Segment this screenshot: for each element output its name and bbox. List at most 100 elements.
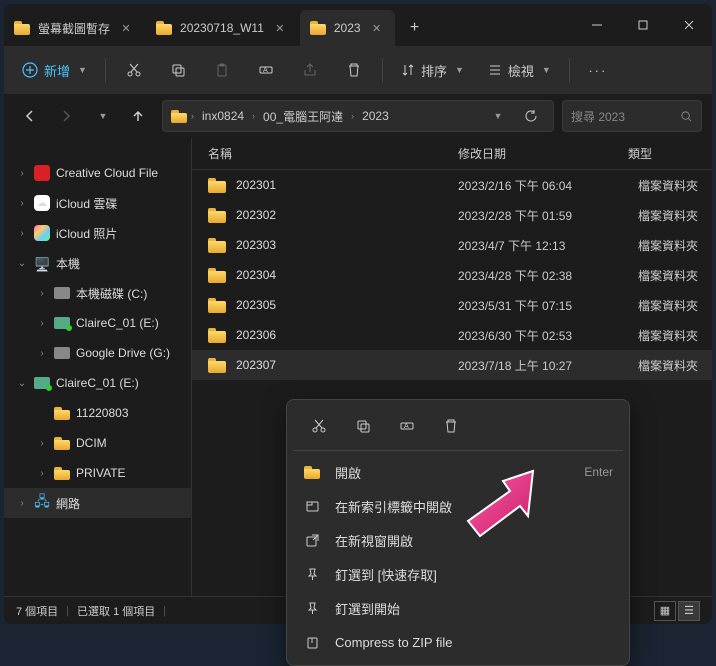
pin-icon [303,567,321,582]
sidebar-item-4[interactable]: ›本機磁碟 (C:) [4,278,191,308]
tree-arrow-icon[interactable]: › [16,228,28,239]
folder-icon [310,21,326,35]
ctx-open-new-tab[interactable]: 在新索引標籤中開啟 [293,489,623,523]
tree-arrow-icon[interactable]: ⌄ [16,258,28,269]
file-row[interactable]: 2023012023/2/16 下午 06:04檔案資料夾 [192,170,712,200]
rename-button[interactable]: A [246,53,286,87]
ctx-open[interactable]: 開啟 Enter [293,455,623,489]
forward-button[interactable] [50,100,82,132]
tree-label: PRIVATE [76,466,126,480]
copy-button[interactable] [158,53,198,87]
file-name: 202305 [236,298,276,312]
up-button[interactable] [122,100,154,132]
paste-button[interactable] [202,53,242,87]
share-button[interactable] [290,53,330,87]
cut-button[interactable] [114,53,154,87]
tab-label: 2023 [334,21,361,35]
folder-icon [208,178,226,193]
sidebar-item-3[interactable]: ⌄🖥️本機 [4,248,191,278]
ctx-compress[interactable]: Compress to ZIP file [293,625,623,659]
sidebar-item-9[interactable]: ›DCIM [4,428,191,458]
view-toggle: ▦ ☰ [654,601,700,621]
back-button[interactable] [14,100,46,132]
file-name: 202307 [236,358,276,372]
new-button[interactable]: 新增 ▼ [12,53,97,87]
ctx-rename-button[interactable]: A [389,410,425,442]
file-row[interactable]: 2023032023/4/7 下午 12:13檔案資料夾 [192,230,712,260]
folder-icon [208,358,226,373]
new-label: 新增 [44,61,70,80]
tree-arrow-icon[interactable]: › [36,318,48,329]
view-thumb-button[interactable]: ▦ [654,601,676,621]
ctx-delete-button[interactable] [433,410,469,442]
tree-icon [54,345,70,361]
tree-arrow-icon[interactable]: › [36,288,48,299]
copy-icon [170,62,186,78]
tree-label: 本機 [56,255,80,272]
file-type: 檔案資料夾 [638,327,712,344]
sidebar-item-2[interactable]: ›iCloud 照片 [4,218,191,248]
tab-0[interactable]: 螢幕截圖暫存 ✕ [4,10,144,46]
refresh-button[interactable] [517,109,545,123]
tree-arrow-icon[interactable]: › [36,468,48,479]
column-name[interactable]: 名稱 [208,145,458,162]
ctx-shortcut: Enter [584,465,613,479]
tree-icon [54,285,70,301]
close-icon[interactable]: ✕ [272,20,288,36]
breadcrumb-item[interactable]: inx0824 [198,109,248,123]
zip-icon [303,635,321,650]
column-type[interactable]: 類型 [628,145,712,162]
breadcrumb[interactable]: › inx0824 › 00_電腦王阿達 › 2023 ▼ [162,100,554,132]
search-input[interactable]: 搜尋 2023 [562,100,702,132]
tree-arrow-icon[interactable]: › [16,498,28,509]
minimize-button[interactable] [574,4,620,46]
add-tab-button[interactable]: + [397,10,433,46]
tree-label: ClaireC_01 (E:) [76,316,159,330]
sidebar-item-10[interactable]: › PRIVATE [4,458,191,488]
file-row[interactable]: 2023042023/4/28 下午 02:38檔案資料夾 [192,260,712,290]
maximize-button[interactable] [620,4,666,46]
sidebar-item-5[interactable]: › ClaireC_01 (E:) [4,308,191,338]
view-button[interactable]: 檢視 ▼ [478,53,561,87]
tree-label: 11220803 [76,406,129,420]
column-date[interactable]: 修改日期 [458,145,628,162]
tree-arrow-icon[interactable]: › [16,198,28,209]
file-row[interactable]: 2023062023/6/30 下午 02:53檔案資料夾 [192,320,712,350]
file-name: 202301 [236,178,276,192]
ctx-copy-button[interactable] [345,410,381,442]
breadcrumb-item[interactable]: 00_電腦王阿達 [259,108,347,125]
file-row[interactable]: 2023072023/7/18 上午 10:27檔案資料夾 [192,350,712,380]
ctx-cut-button[interactable] [301,410,337,442]
view-detail-button[interactable]: ☰ [678,601,700,621]
close-icon[interactable]: ✕ [118,20,134,36]
file-row[interactable]: 2023022023/2/28 下午 01:59檔案資料夾 [192,200,712,230]
tab-1[interactable]: 20230718_W11 ✕ [146,10,298,46]
tree-arrow-icon[interactable]: › [16,168,28,179]
breadcrumb-dropdown[interactable]: ▼ [481,111,513,121]
tab-2[interactable]: 2023 ✕ [300,10,395,46]
ctx-pin-quick[interactable]: 釘選到 [快速存取] [293,557,623,591]
tree-arrow-icon[interactable]: ⌄ [16,378,28,389]
sidebar-item-7[interactable]: ⌄ClaireC_01 (E:) [4,368,191,398]
close-icon[interactable]: ✕ [369,20,385,36]
tree-arrow-icon[interactable]: › [36,348,48,359]
folder-icon [171,110,187,123]
sort-button[interactable]: 排序 ▼ [391,53,474,87]
file-row[interactable]: 2023052023/5/31 下午 07:15檔案資料夾 [192,290,712,320]
sidebar: ›Creative Cloud File›☁iCloud 雲碟›iCloud 照… [4,138,192,596]
more-button[interactable]: ··· [578,53,618,87]
sidebar-item-6[interactable]: ›Google Drive (G:) [4,338,191,368]
arrow-right-icon [59,109,73,123]
sidebar-item-1[interactable]: ›☁iCloud 雲碟 [4,188,191,218]
plus-circle-icon [22,62,38,78]
sidebar-item-11[interactable]: ›🖧網路 [4,488,191,518]
ctx-pin-start[interactable]: 釘選到開始 [293,591,623,625]
sidebar-item-0[interactable]: ›Creative Cloud File [4,158,191,188]
delete-button[interactable] [334,53,374,87]
ctx-open-new-window[interactable]: 在新視窗開啟 [293,523,623,557]
breadcrumb-item[interactable]: 2023 [358,109,393,123]
tree-arrow-icon[interactable]: › [36,438,48,449]
close-button[interactable] [666,4,712,46]
sidebar-item-8[interactable]: 11220803 [4,398,191,428]
recent-button[interactable]: ▼ [86,100,118,132]
